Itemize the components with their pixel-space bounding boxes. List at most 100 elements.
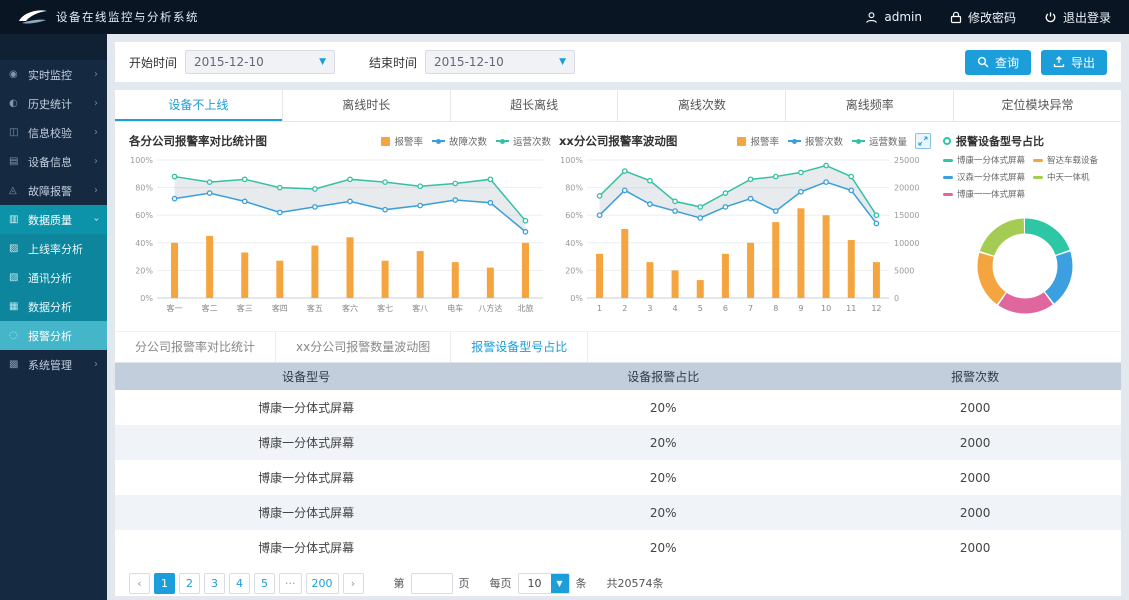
tab-long-offline[interactable]: 超长离线: [451, 90, 619, 121]
logout-button[interactable]: 退出登录: [1044, 9, 1111, 26]
sidebar-item-data-analysis[interactable]: ▦ 数据分析: [0, 292, 107, 321]
page-button[interactable]: 1: [154, 572, 175, 594]
pie-legend-marker: [943, 175, 953, 179]
svg-text:40%: 40%: [565, 239, 583, 248]
export-button-label: 导出: [1070, 55, 1095, 70]
sidebar: ◉ 实时监控 › ◐ 历史统计 › ◫ 信息校验 › ▤ 设备信息 › ◬ 故障…: [0, 34, 107, 600]
svg-text:1: 1: [597, 304, 602, 313]
subtab-branch-wave[interactable]: xx分公司报警数量波动图: [276, 332, 452, 362]
alarm-device-model-panel: 报警设备型号占比 博康一分体式屏幕 汉森一分体式屏幕 博康一一体式屏幕 智达车载设备…: [935, 130, 1111, 325]
legend-item[interactable]: 中天一体机: [1033, 171, 1098, 183]
legend-label: 博康一一体式屏幕: [957, 190, 1026, 200]
table-row: 博康一分体式屏幕 20% 2000: [115, 390, 1121, 425]
svg-text:3: 3: [647, 304, 652, 313]
change-password-button[interactable]: 修改密码: [950, 9, 1016, 26]
col-device-model: 设备型号: [115, 363, 498, 390]
tab-offline-duration[interactable]: 离线时长: [283, 90, 451, 121]
svg-text:客二: 客二: [202, 303, 218, 313]
col-alarm-count: 报警次数: [829, 363, 1121, 390]
tab-device-offline[interactable]: 设备不上线: [115, 90, 283, 121]
svg-text:80%: 80%: [565, 184, 583, 193]
export-button[interactable]: 导出: [1040, 49, 1107, 75]
legend-item[interactable]: 故障次数: [431, 134, 487, 148]
sidebar-item-data-quality[interactable]: ▥ 数据质量 ›: [0, 205, 107, 234]
goto-page-input[interactable]: [410, 572, 453, 594]
svg-text:60%: 60%: [135, 211, 153, 220]
expand-chart-icon[interactable]: [915, 133, 931, 149]
sidebar-item-system-admin[interactable]: ▩ 系统管理 ›: [0, 350, 107, 379]
per-page-prefix-label: 每页: [489, 577, 512, 590]
table-cell: 2000: [959, 540, 991, 555]
legend-item[interactable]: 汉森一分体式屏幕: [943, 171, 1025, 183]
legend-label: 运营次数: [512, 137, 551, 148]
alarm-device-table: 设备型号 设备报警占比 报警次数 博康一分体式屏幕 20% 2000 博康一分体式屏幕…: [115, 363, 1121, 565]
subtab-device-model-ratio[interactable]: 报警设备型号占比: [451, 332, 589, 362]
per-page-group: 每页 10 ▼ 条: [489, 572, 587, 594]
svg-text:6: 6: [723, 304, 728, 313]
sidebar-item-label: 信息校验: [28, 126, 72, 140]
tab-offline-count[interactable]: 离线次数: [618, 90, 787, 121]
per-page-suffix-label: 条: [575, 577, 587, 590]
start-date-select[interactable]: 2015-12-10 ▼: [185, 50, 336, 74]
tab-gps-module-abnormal[interactable]: 定位模块异常: [954, 90, 1121, 121]
prev-page-button[interactable]: ‹: [129, 572, 150, 594]
search-button-label: 查询: [994, 55, 1019, 70]
search-button[interactable]: 查询: [964, 49, 1031, 75]
pager-pages: 1 2 3 4 5 ··· 200: [154, 572, 339, 594]
content-card: 设备不上线 离线时长 超长离线 离线次数 离线频率 定位模块异常 各分公司报警率…: [115, 90, 1121, 596]
donut-legend-col-1: 博康一分体式屏幕 汉森一分体式屏幕博康一一体式屏幕: [943, 154, 1025, 200]
legend-item[interactable]: 报警率: [737, 134, 779, 148]
svg-text:客七: 客七: [377, 303, 393, 313]
legend-item[interactable]: 运营次数: [495, 134, 551, 148]
next-page-button[interactable]: ›: [342, 572, 364, 594]
chevron-expanded-icon: ›: [90, 217, 102, 222]
lock-icon: [950, 11, 962, 23]
export-icon: [1053, 56, 1065, 68]
filter-bar: 开始时间 2015-12-10 ▼ 结束时间 2015-12-10 ▼ 查询 导…: [115, 42, 1121, 82]
legend-item[interactable]: 报警率: [381, 134, 423, 148]
sidebar-item-alarm-analysis[interactable]: ◌ 报警分析: [0, 321, 107, 350]
legend-item[interactable]: 博康一分体式屏幕: [943, 154, 1025, 166]
svg-text:4: 4: [673, 304, 678, 313]
svg-text:11: 11: [846, 304, 856, 313]
page-button[interactable]: 5: [254, 572, 275, 594]
data-quality-submenu: ▨ 上线率分析 ▧ 通讯分析 ▦ 数据分析 ◌ 报警分析: [0, 234, 107, 350]
sidebar-item-label: 故障报警: [28, 184, 72, 198]
legend-item[interactable]: 智达车载设备: [1033, 154, 1098, 166]
sidebar-item-online-rate[interactable]: ▨ 上线率分析: [0, 234, 107, 263]
topbar: 设备在线监控与分析系统 admin 修改密码 退出登录: [0, 0, 1129, 34]
legend-label: 智达车载设备: [1047, 156, 1099, 166]
subtab-company-compare[interactable]: 分公司报警率对比统计: [115, 332, 277, 362]
online-rate-icon: ▨: [9, 243, 19, 254]
sidebar-item-label: 通讯分析: [28, 271, 72, 285]
sidebar-item-info-verify[interactable]: ◫ 信息校验 ›: [0, 118, 107, 147]
sidebar-item-fault-alarm[interactable]: ◬ 故障报警 ›: [0, 176, 107, 205]
page-button[interactable]: 2: [179, 572, 200, 594]
legend-item[interactable]: 博康一一体式屏幕: [943, 188, 1025, 200]
logo-swoosh-icon: [19, 10, 47, 24]
tab-offline-frequency[interactable]: 离线频率: [786, 90, 955, 121]
page-button[interactable]: 4: [229, 572, 250, 594]
sidebar-item-realtime-monitor[interactable]: ◉ 实时监控 ›: [0, 60, 107, 89]
main-content: 开始时间 2015-12-10 ▼ 结束时间 2015-12-10 ▼ 查询 导…: [107, 34, 1129, 600]
page-button[interactable]: 3: [204, 572, 225, 594]
svg-text:8: 8: [773, 304, 778, 313]
data-quality-icon: ▥: [9, 214, 19, 225]
legend-item[interactable]: 运营数量: [851, 134, 907, 148]
per-page-select[interactable]: 10 ▼: [517, 572, 570, 594]
verify-icon: ◫: [9, 127, 19, 138]
sidebar-item-history-stats[interactable]: ◐ 历史统计 ›: [0, 89, 107, 118]
user-menu[interactable]: admin: [865, 10, 922, 24]
pagination-bar: ‹ 1 2 3 4 5 ··· 200 › 第 页 每页 10 ▼ 条 共20574条: [115, 565, 1121, 600]
table-cell: 20%: [649, 540, 677, 555]
end-date-select[interactable]: 2015-12-10 ▼: [425, 50, 576, 74]
legend-item[interactable]: 报警次数: [787, 134, 843, 148]
sidebar-item-comm-analysis[interactable]: ▧ 通讯分析: [0, 263, 107, 292]
table-cell: 20%: [649, 470, 677, 485]
bar-legend-marker: [737, 136, 747, 146]
table-cell: 2000: [829, 495, 1121, 530]
table-cell: 20%: [497, 425, 830, 460]
table-cell: 博康一分体式屏幕: [115, 495, 498, 530]
page-button[interactable]: 200: [305, 572, 339, 594]
sidebar-item-device-info[interactable]: ▤ 设备信息 ›: [0, 147, 107, 176]
